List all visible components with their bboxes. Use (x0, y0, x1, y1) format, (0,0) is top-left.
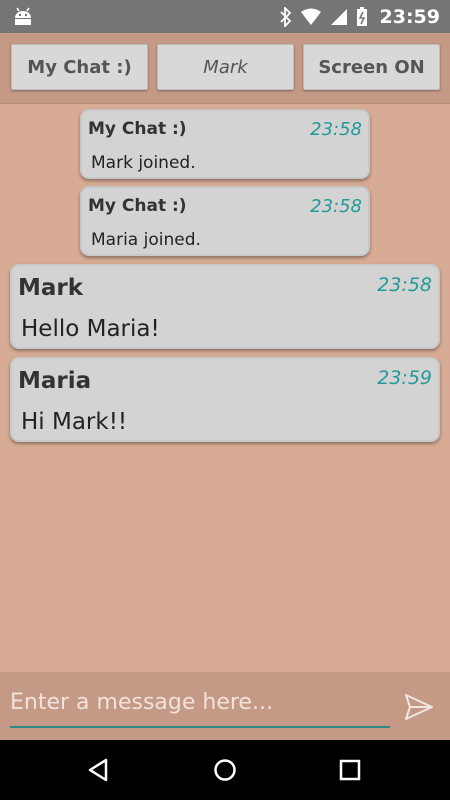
status-time: 23:59 (379, 5, 440, 28)
message-text: Hi Mark!! (21, 409, 128, 435)
screen-on-button[interactable]: Screen ON (303, 44, 440, 90)
system-message: My Chat :) 23:58 Mark joined. (80, 109, 370, 179)
message-text: Hello Maria! (21, 316, 160, 342)
signal-icon (330, 8, 347, 25)
message-time: 23:58 (377, 274, 432, 296)
chat-message: Maria 23:59 Hi Mark!! (10, 357, 440, 442)
message-sender: Maria (18, 368, 92, 394)
composer (0, 672, 450, 740)
recents-icon[interactable] (335, 755, 365, 785)
message-sender: Mark (18, 275, 84, 301)
message-input[interactable] (10, 686, 390, 718)
chat-name-button[interactable]: My Chat :) (11, 44, 148, 90)
message-sender: My Chat :) (88, 196, 187, 216)
user-name-button[interactable]: Mark (157, 44, 294, 90)
battery-icon (356, 6, 367, 26)
message-text: Mark joined. (91, 153, 196, 173)
navigation-bar (0, 740, 450, 800)
message-time: 23:59 (377, 367, 432, 389)
android-icon (15, 7, 31, 25)
message-time: 23:58 (310, 196, 362, 217)
status-bar: 23:59 (0, 0, 450, 33)
message-text: Maria joined. (91, 230, 201, 250)
wifi-icon (300, 8, 321, 25)
message-time: 23:58 (310, 119, 362, 140)
message-list[interactable]: My Chat :) 23:58 Mark joined. My Chat :)… (0, 105, 450, 672)
message-sender: My Chat :) (88, 119, 187, 139)
toolbar: My Chat :) Mark Screen ON (0, 33, 450, 104)
input-underline (10, 726, 390, 728)
home-icon[interactable] (210, 755, 240, 785)
bluetooth-icon (279, 6, 291, 27)
system-message: My Chat :) 23:58 Maria joined. (80, 186, 370, 256)
back-icon[interactable] (84, 755, 114, 785)
send-icon[interactable] (403, 692, 435, 722)
chat-message: Mark 23:58 Hello Maria! (10, 264, 440, 349)
